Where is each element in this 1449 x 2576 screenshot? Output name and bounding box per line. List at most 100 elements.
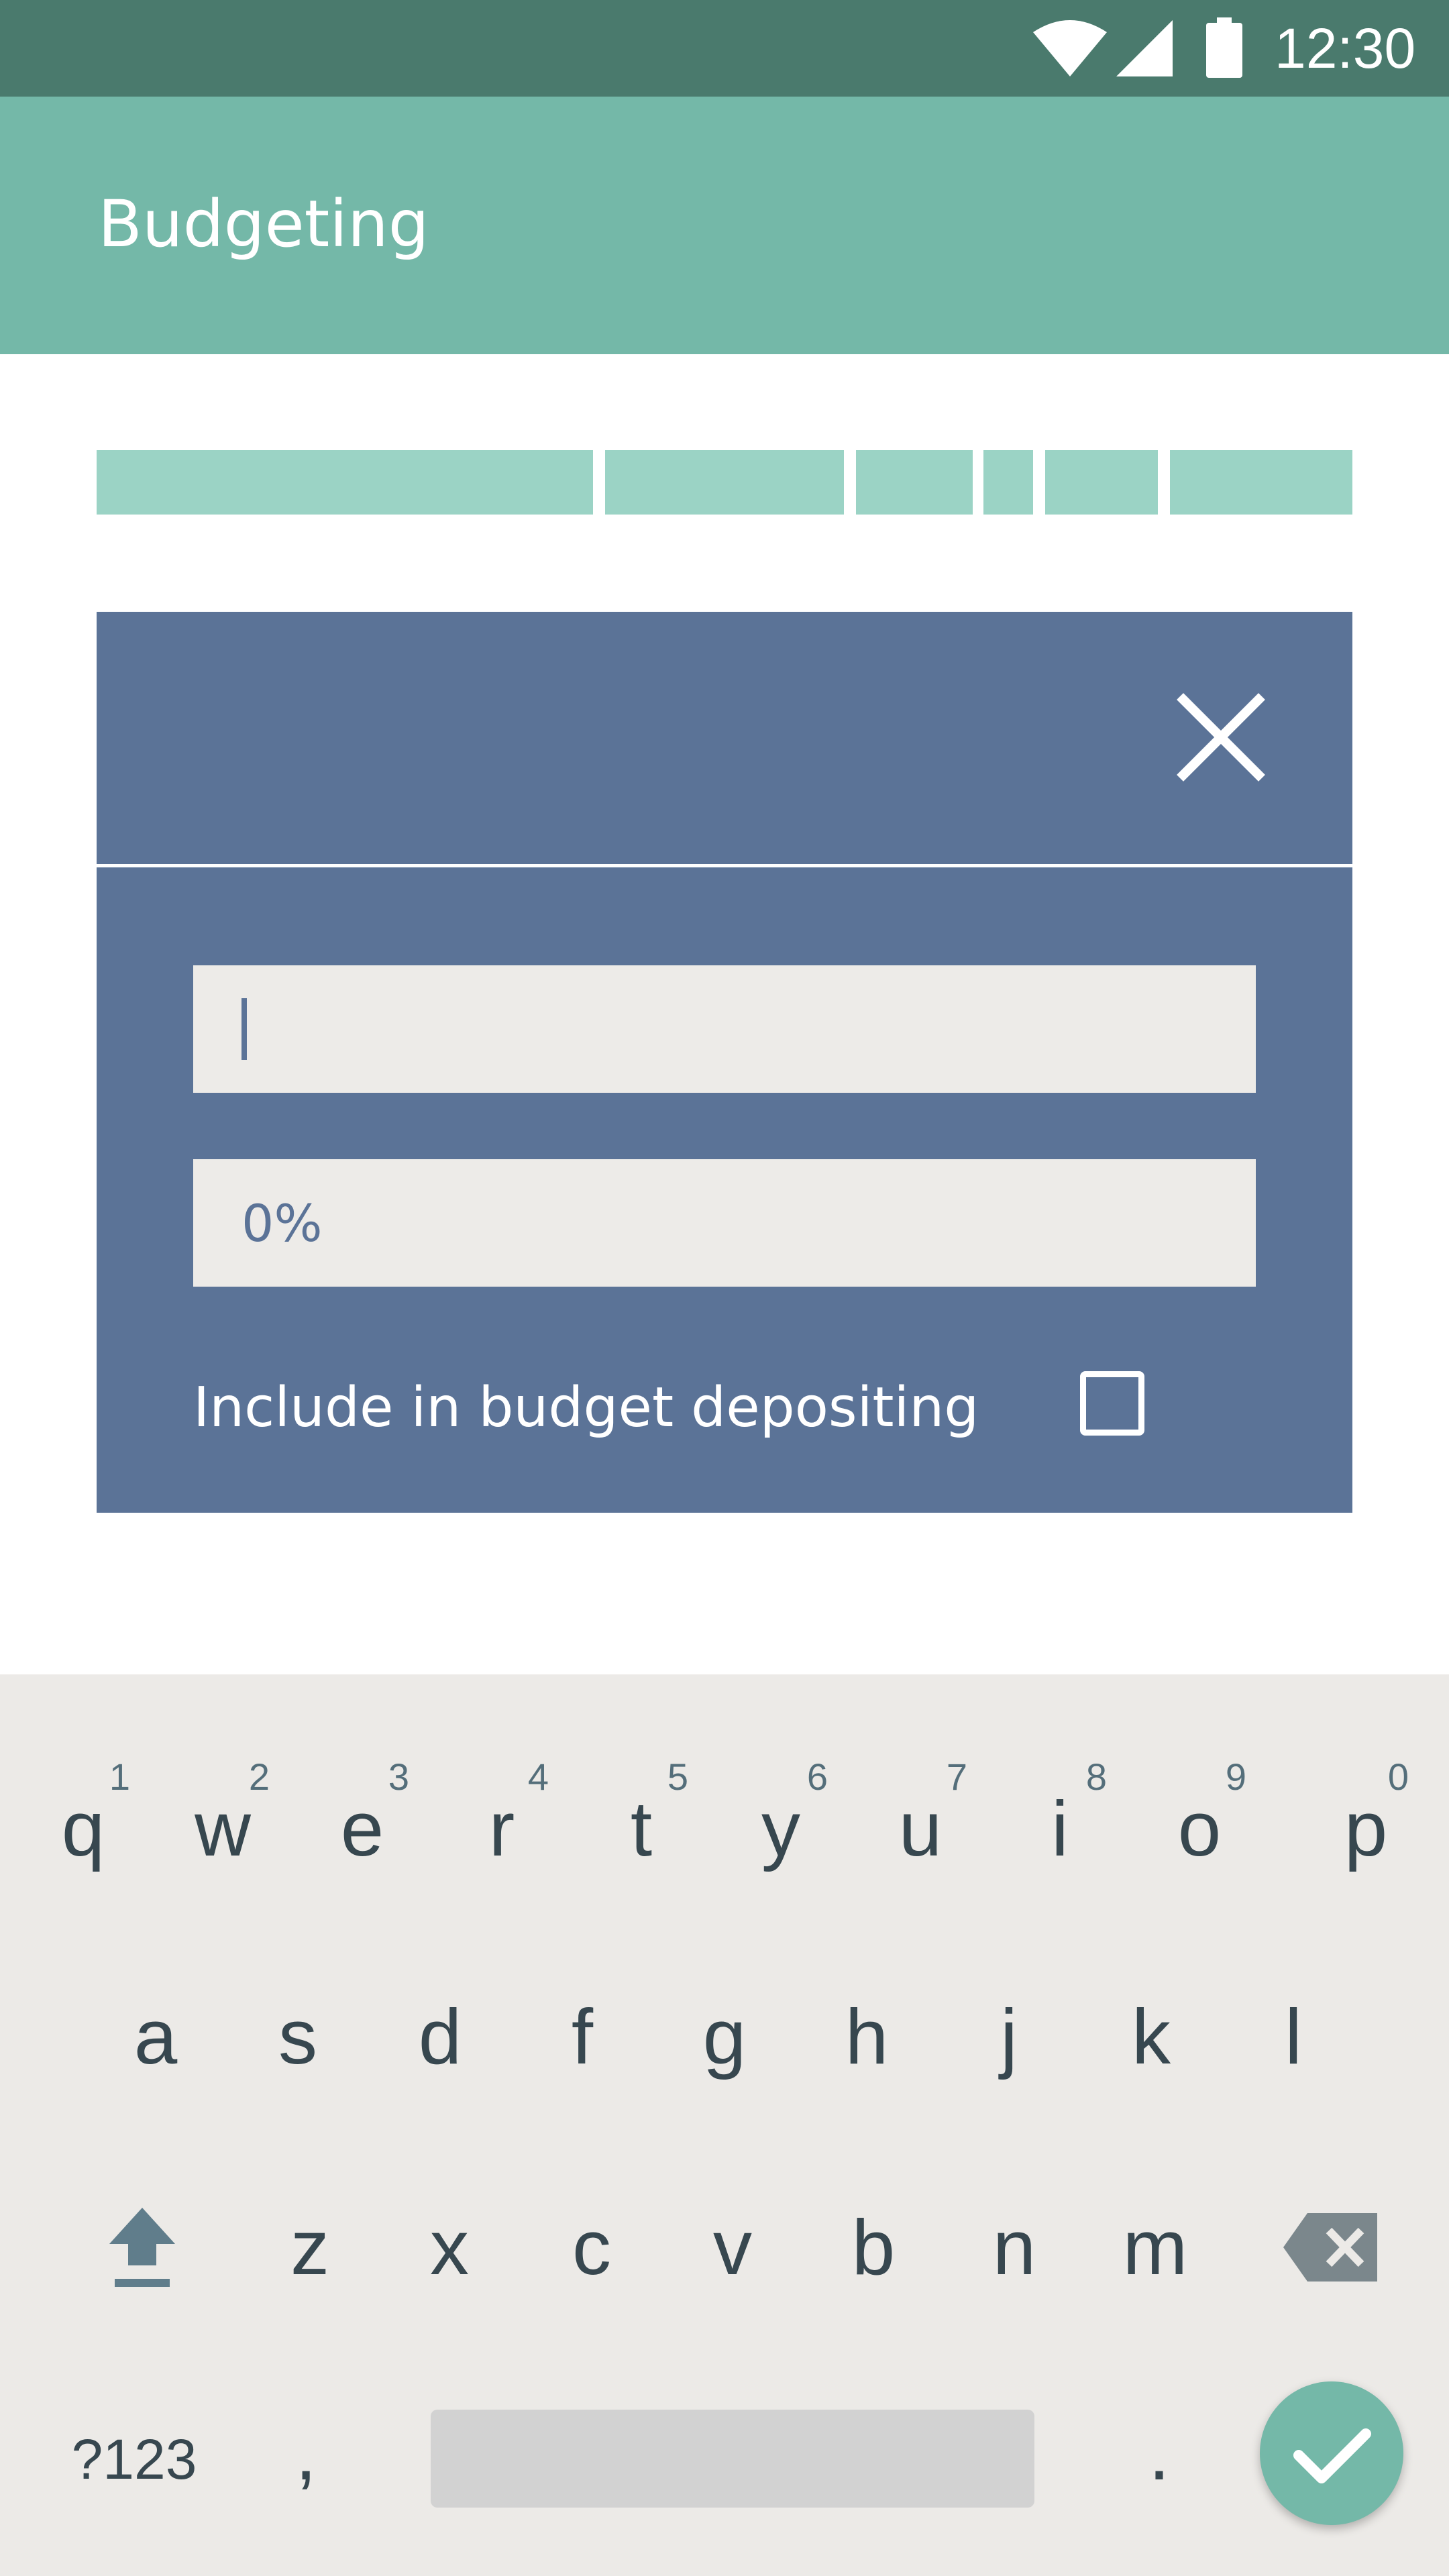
- key-q[interactable]: q1: [13, 1748, 153, 1909]
- done-button[interactable]: [1260, 2381, 1403, 2525]
- key-x[interactable]: x: [380, 2167, 519, 2328]
- percent-placeholder: 0%: [241, 1193, 323, 1253]
- close-button[interactable]: [1174, 690, 1268, 784]
- key-a-label: a: [133, 1993, 178, 2080]
- key-h[interactable]: h: [797, 1956, 936, 2117]
- include-label: Include in budget depositing: [193, 1376, 979, 1440]
- percent-input[interactable]: 0%: [193, 1159, 1256, 1287]
- budget-segment-bar: [97, 450, 1352, 515]
- key-y-hint: 6: [806, 1756, 828, 1798]
- key-l-label: l: [1285, 1993, 1302, 2080]
- key-i-label: i: [1051, 1785, 1069, 1872]
- key-m-label: m: [1122, 2204, 1188, 2291]
- key-c-label: c: [572, 2204, 611, 2291]
- key-j-label: j: [1000, 1993, 1018, 2080]
- comma-key-label: ,: [294, 2409, 317, 2496]
- space-key[interactable]: [431, 2410, 1034, 2508]
- key-h-label: h: [845, 1993, 889, 2080]
- close-icon: [1177, 693, 1265, 782]
- status-time: 12:30: [1275, 17, 1416, 80]
- shift-icon: [109, 2208, 175, 2287]
- key-x-label: x: [430, 2204, 469, 2291]
- key-d[interactable]: d: [370, 1956, 510, 2117]
- key-q-hint: 1: [109, 1756, 130, 1798]
- key-d-label: d: [418, 1993, 462, 2080]
- key-l[interactable]: l: [1224, 1956, 1363, 2117]
- include-checkbox[interactable]: [1080, 1371, 1144, 1436]
- key-u-hint: 7: [946, 1756, 967, 1798]
- dialog-divider: [97, 864, 1352, 867]
- key-m[interactable]: m: [1085, 2167, 1225, 2328]
- period-key-label: .: [1148, 2409, 1171, 2496]
- budget-segment: [983, 450, 1033, 515]
- period-key[interactable]: .: [1089, 2372, 1229, 2533]
- key-w[interactable]: w2: [153, 1748, 292, 1909]
- key-n-label: n: [992, 2204, 1036, 2291]
- key-b-label: b: [851, 2204, 896, 2291]
- key-k[interactable]: k: [1081, 1956, 1221, 2117]
- key-z[interactable]: z: [240, 2167, 380, 2328]
- text-cursor: [241, 998, 247, 1060]
- budget-segment: [1045, 450, 1158, 515]
- key-f[interactable]: f: [513, 1956, 652, 2117]
- budget-dialog: 0% Include in budget depositing: [97, 612, 1352, 1513]
- status-bar: 12:30: [0, 0, 1449, 97]
- key-a[interactable]: a: [86, 1956, 225, 2117]
- app-bar: Budgeting: [0, 97, 1449, 354]
- key-u[interactable]: u7: [851, 1748, 990, 1909]
- budget-segment: [1170, 450, 1352, 515]
- key-u-label: u: [898, 1785, 943, 1872]
- backspace-icon: [1283, 2213, 1377, 2282]
- comma-key[interactable]: ,: [236, 2372, 376, 2533]
- signal-icon: [1116, 20, 1173, 76]
- key-w-label: w: [195, 1785, 251, 1872]
- key-p[interactable]: p0: [1296, 1748, 1436, 1909]
- key-e-label: e: [340, 1785, 384, 1872]
- key-q-label: q: [61, 1785, 105, 1872]
- key-e[interactable]: e3: [292, 1748, 432, 1909]
- key-t[interactable]: t5: [572, 1748, 711, 1909]
- key-b[interactable]: b: [804, 2167, 943, 2328]
- key-y-label: y: [761, 1785, 800, 1872]
- key-r[interactable]: r4: [432, 1748, 572, 1909]
- key-w-hint: 2: [248, 1756, 270, 1798]
- key-p-hint: 0: [1387, 1756, 1409, 1798]
- shift-key[interactable]: [72, 2167, 212, 2328]
- key-s[interactable]: s: [228, 1956, 368, 2117]
- key-g[interactable]: g: [655, 1956, 794, 2117]
- key-f-label: f: [571, 1993, 594, 2080]
- key-v[interactable]: v: [663, 2167, 802, 2328]
- key-g-label: g: [702, 1993, 747, 2080]
- symbols-key[interactable]: ?123: [40, 2379, 228, 2540]
- key-n[interactable]: n: [945, 2167, 1084, 2328]
- key-i-hint: 8: [1085, 1756, 1107, 1798]
- key-r-label: r: [488, 1785, 515, 1872]
- budget-segment: [856, 450, 973, 515]
- budget-segment: [605, 450, 844, 515]
- key-s-label: s: [278, 1993, 317, 2080]
- symbols-key-label: ?123: [71, 2427, 197, 2491]
- key-z-label: z: [290, 2204, 329, 2291]
- key-t-label: t: [630, 1785, 653, 1872]
- key-o-label: o: [1177, 1785, 1222, 1872]
- key-y[interactable]: y6: [711, 1748, 851, 1909]
- budget-segment: [97, 450, 593, 515]
- page-title: Budgeting: [98, 186, 429, 262]
- key-o[interactable]: o9: [1130, 1748, 1269, 1909]
- key-t-hint: 5: [667, 1756, 688, 1798]
- battery-icon: [1206, 17, 1242, 78]
- name-input[interactable]: [193, 965, 1256, 1093]
- key-p-label: p: [1344, 1785, 1388, 1872]
- soft-keyboard: q1 w2 e3 r4 t5 y6 u7 i8 o9 p0 a s d f g …: [0, 1674, 1449, 2576]
- key-r-hint: 4: [527, 1756, 549, 1798]
- key-i[interactable]: i8: [990, 1748, 1130, 1909]
- key-c[interactable]: c: [522, 2167, 661, 2328]
- checkmark-icon: [1293, 2428, 1371, 2483]
- wifi-icon: [1033, 20, 1107, 76]
- key-o-hint: 9: [1225, 1756, 1246, 1798]
- key-e-hint: 3: [388, 1756, 409, 1798]
- key-k-label: k: [1132, 1993, 1171, 2080]
- backspace-key[interactable]: [1261, 2167, 1401, 2328]
- key-v-label: v: [713, 2204, 752, 2291]
- key-j[interactable]: j: [939, 1956, 1079, 2117]
